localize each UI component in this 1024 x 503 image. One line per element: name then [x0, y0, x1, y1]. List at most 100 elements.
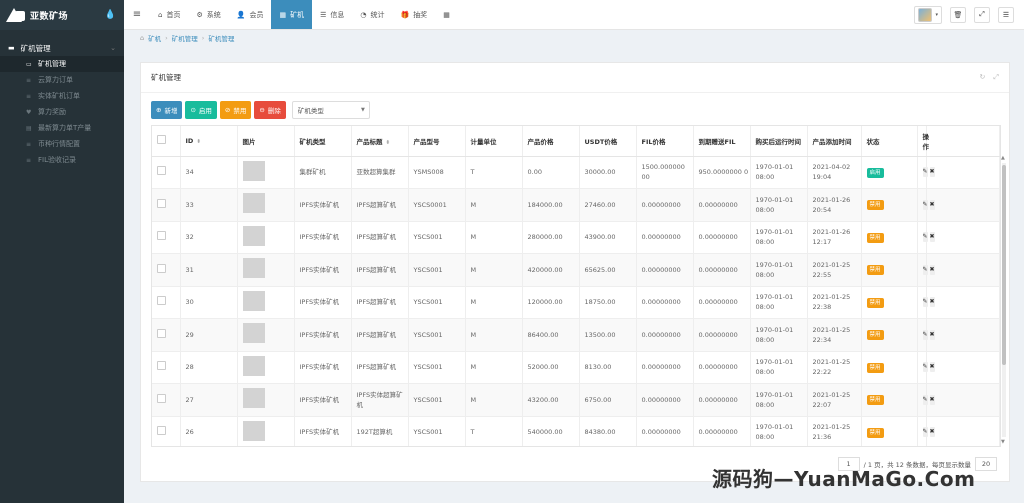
product-thumbnail[interactable]	[242, 420, 265, 441]
product-thumbnail[interactable]	[242, 193, 265, 214]
sidebar-item[interactable]: ≡ 云算力订单	[0, 72, 124, 88]
status-badge[interactable]: 禁用	[866, 362, 884, 373]
scroll-thumb[interactable]	[1002, 165, 1006, 365]
logo[interactable]: 亚数矿场 💧	[0, 0, 124, 30]
sidebar-item[interactable]: ▤ 最新算力单T产量	[0, 120, 124, 136]
topnav-tab[interactable]: ▦ 矿机	[271, 0, 313, 29]
edit-icon[interactable]: ✎	[922, 264, 928, 275]
page-size-select[interactable]: 20	[975, 457, 997, 471]
edit-icon[interactable]: ✎	[922, 297, 928, 308]
delete-button[interactable]: ⊖ 删除	[254, 101, 286, 119]
sidebar-section-miners[interactable]: ▬ 矿机管理 ⌄	[0, 40, 124, 56]
topnav-tab[interactable]: ⌂ 首页	[150, 0, 188, 29]
sidebar-item[interactable]: ≡ 币种行情配置	[0, 136, 124, 152]
table-scrollbar[interactable]: ▲ ▼	[1001, 155, 1007, 445]
select-all-checkbox[interactable]	[157, 135, 166, 145]
topnav-tab[interactable]: ⚙ 系统	[188, 0, 228, 29]
product-thumbnail[interactable]	[242, 225, 265, 246]
edit-icon[interactable]: ✎	[922, 394, 928, 405]
table-row[interactable]: 30 IPFS实体矿机 IPFS超算矿机 YSCS001 M 120000.00 18750…	[152, 286, 1000, 319]
edit-icon[interactable]: ✎	[922, 232, 928, 243]
product-thumbnail[interactable]	[242, 290, 265, 311]
table-row[interactable]: 31 IPFS实体矿机 IPFS超算矿机 YSCS001 M 420000.00 65625…	[152, 253, 1000, 287]
delete-icon[interactable]: ✖	[929, 329, 935, 340]
edit-icon[interactable]: ✎	[922, 329, 928, 340]
edit-icon[interactable]: ✎	[922, 362, 928, 373]
sidebar-item[interactable]: ≡ FIL验收记录	[0, 152, 124, 168]
table-row[interactable]: 32 IPFS实体矿机 IPFS超算矿机 YSCS001 M 280000.00 43900…	[152, 221, 1000, 254]
row-checkbox[interactable]	[157, 231, 166, 241]
delete-icon[interactable]: ✖	[929, 167, 935, 178]
delete-icon[interactable]: ✖	[929, 427, 935, 438]
enable-button[interactable]: ⊙ 启用	[185, 101, 217, 119]
product-thumbnail[interactable]	[242, 323, 265, 344]
table-row[interactable]: 27 IPFS实体矿机 IPFS实体超算矿机 YSCS001 M 43200.00 6750…	[152, 383, 1000, 417]
miner-type-select[interactable]: 矿机类型 ▼	[291, 101, 370, 119]
sort-icon[interactable]: ⬍	[196, 139, 201, 145]
sidebar-item[interactable]: ▭ 矿机管理	[0, 56, 124, 72]
droplet-icon[interactable]: 💧	[105, 10, 116, 20]
column-header[interactable]: 产品标题 ⬍	[351, 126, 409, 157]
status-badge[interactable]: 禁用	[866, 330, 884, 341]
apps-grid-button[interactable]: ▦	[435, 0, 458, 29]
row-checkbox[interactable]	[157, 198, 166, 208]
product-thumbnail[interactable]	[242, 388, 265, 409]
edit-icon[interactable]: ✎	[922, 167, 928, 178]
table-row[interactable]: 33 IPFS实体矿机 IPFS超算矿机 YSCS0001 M 184000.00 2746…	[152, 188, 1000, 222]
row-checkbox[interactable]	[157, 263, 166, 273]
row-checkbox[interactable]	[157, 361, 166, 371]
delete-icon[interactable]: ✖	[929, 199, 935, 210]
topnav-tab[interactable]: ◔ 统计	[352, 0, 392, 29]
status-badge[interactable]: 禁用	[866, 232, 884, 243]
refresh-icon[interactable]: ↻	[980, 73, 986, 82]
row-checkbox[interactable]	[157, 166, 166, 176]
edit-icon[interactable]: ✎	[922, 199, 928, 210]
trash-icon[interactable]: 🗑	[950, 6, 966, 23]
row-checkbox[interactable]	[157, 393, 166, 403]
delete-icon[interactable]: ✖	[929, 362, 935, 373]
row-checkbox[interactable]	[157, 296, 166, 306]
table-row[interactable]: 28 IPFS实体矿机 IPFS超算矿机 YSCS001 M 52000.00 8130.0…	[152, 351, 1000, 384]
topnav-tab[interactable]: 👤 会员	[229, 0, 272, 29]
delete-icon[interactable]: ✖	[929, 264, 935, 275]
status-badge[interactable]: 禁用	[866, 200, 884, 211]
fullscreen-icon[interactable]: ⤢	[974, 6, 990, 23]
status-badge[interactable]: 禁用	[866, 265, 884, 276]
sidebar-item[interactable]: ≡ 实体矿机订单	[0, 88, 124, 104]
row-checkbox[interactable]	[157, 426, 166, 436]
table-row[interactable]: 26 IPFS实体矿机 192T超算机 YSCS001 T 540000.00 84380.…	[152, 416, 1000, 446]
status-badge[interactable]: 启用	[866, 167, 884, 178]
delete-icon[interactable]: ✖	[929, 394, 935, 405]
delete-icon[interactable]: ✖	[929, 232, 935, 243]
topnav-tab[interactable]: ☰ 信息	[312, 0, 352, 29]
status-badge[interactable]: 禁用	[866, 297, 884, 308]
table-row[interactable]: 29 IPFS实体矿机 IPFS超算矿机 YSCS001 M 86400.00 13500.…	[152, 318, 1000, 352]
add-button[interactable]: ⊕ 新增	[151, 101, 183, 119]
topnav-tab[interactable]: 🎁 抽奖	[392, 0, 435, 29]
column-header[interactable]: ID ⬍	[180, 126, 238, 157]
delete-icon[interactable]: ✖	[929, 297, 935, 308]
status-badge[interactable]: 禁用	[866, 427, 884, 438]
settings-icon[interactable]: ☰	[998, 6, 1014, 23]
menu-toggle-button[interactable]: ≡	[124, 0, 150, 29]
product-thumbnail[interactable]	[242, 258, 265, 279]
breadcrumb-item[interactable]: 矿机	[148, 33, 161, 43]
disable-button[interactable]: ⊘ 禁用	[219, 101, 252, 119]
product-thumbnail[interactable]	[242, 355, 265, 376]
expand-icon[interactable]: ⤢	[993, 73, 999, 82]
scroll-down-icon[interactable]: ▼	[1001, 439, 1005, 445]
status-badge[interactable]: 禁用	[866, 395, 884, 406]
cell-type: IPFS实体矿机	[294, 351, 352, 384]
scroll-up-icon[interactable]: ▲	[1001, 155, 1005, 161]
breadcrumb-item[interactable]: 矿机管理	[208, 33, 234, 43]
dashboard-icon[interactable]: ⌂	[140, 34, 144, 42]
breadcrumb-item[interactable]: 矿机管理	[172, 33, 198, 43]
sidebar-item[interactable]: ♥ 算力奖励	[0, 104, 124, 120]
user-menu[interactable]: ▾	[914, 5, 942, 24]
menu-item-icon: ▤	[26, 124, 32, 132]
product-thumbnail[interactable]	[242, 160, 265, 181]
edit-icon[interactable]: ✎	[922, 427, 928, 438]
row-checkbox[interactable]	[157, 328, 166, 338]
sort-icon[interactable]: ⬍	[386, 140, 391, 146]
table-row[interactable]: 34 集群矿机 亚数超算集群 YSMS008 T 0.00 30000.00 1500.000…	[152, 156, 1000, 189]
